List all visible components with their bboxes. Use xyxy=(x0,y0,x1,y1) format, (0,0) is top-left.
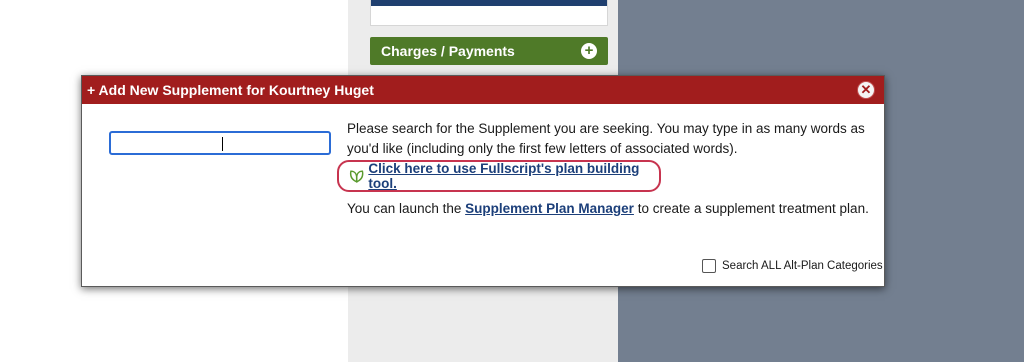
launch-text: You can launch the Supplement Plan Manag… xyxy=(347,201,869,216)
close-icon[interactable]: ✕ xyxy=(857,81,875,99)
add-supplement-dialog: + Add New Supplement for Kourtney Huget … xyxy=(81,75,885,287)
fullscript-plan-link[interactable]: Click here to use Fullscript's plan buil… xyxy=(368,161,659,191)
launch-suffix: to create a supplement treatment plan. xyxy=(637,201,869,216)
cursor-caret xyxy=(222,137,223,151)
dialog-header: + Add New Supplement for Kourtney Huget … xyxy=(82,76,884,104)
alt-plan-option[interactable]: Search ALL Alt-Plan Categories xyxy=(702,259,883,273)
alt-plan-label: Search ALL Alt-Plan Categories xyxy=(722,260,883,272)
fullscript-link-highlight: Click here to use Fullscript's plan buil… xyxy=(337,160,661,192)
launch-prefix: You can launch the xyxy=(347,201,462,216)
supplement-search-input[interactable] xyxy=(109,131,331,155)
collapsed-panel[interactable] xyxy=(370,0,608,26)
panel-header-bar xyxy=(371,0,607,6)
fullscript-leaf-icon xyxy=(349,170,364,183)
alt-plan-checkbox[interactable] xyxy=(702,259,716,273)
supplement-plan-manager-link[interactable]: Supplement Plan Manager xyxy=(465,201,634,216)
charges-payments-panel[interactable]: Charges / Payments + xyxy=(370,37,608,65)
charges-payments-label: Charges / Payments xyxy=(381,43,515,59)
plus-icon[interactable]: + xyxy=(581,43,597,59)
search-instructions: Please search for the Supplement you are… xyxy=(347,121,865,156)
dialog-title: + Add New Supplement for Kourtney Huget xyxy=(87,82,374,98)
